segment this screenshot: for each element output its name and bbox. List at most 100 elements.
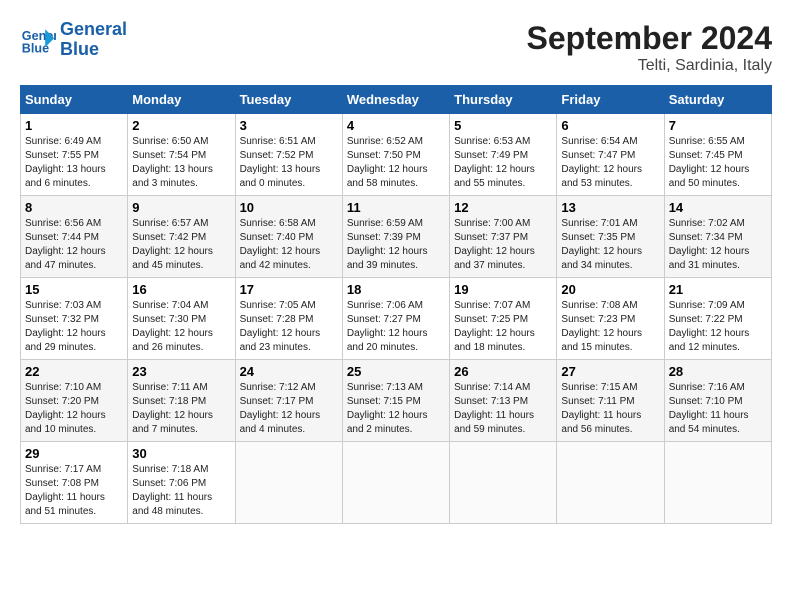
day-number: 28 — [669, 364, 767, 379]
calendar-cell: 28Sunrise: 7:16 AMSunset: 7:10 PMDayligh… — [664, 360, 771, 442]
daylight-text: Daylight: 11 hours and 59 minutes. — [454, 410, 534, 435]
cell-info: Sunrise: 7:00 AMSunset: 7:37 PMDaylight:… — [454, 217, 552, 273]
daylight-text: Daylight: 13 hours and 3 minutes. — [132, 164, 213, 189]
daylight-text: Daylight: 11 hours and 51 minutes. — [25, 492, 105, 517]
day-number: 1 — [25, 118, 123, 133]
calendar-cell: 13Sunrise: 7:01 AMSunset: 7:35 PMDayligh… — [557, 196, 664, 278]
cell-info: Sunrise: 7:15 AMSunset: 7:11 PMDaylight:… — [561, 381, 659, 437]
sunrise-text: Sunrise: 7:10 AM — [25, 382, 101, 393]
day-number: 25 — [347, 364, 445, 379]
cell-info: Sunrise: 7:05 AMSunset: 7:28 PMDaylight:… — [240, 299, 338, 355]
sunset-text: Sunset: 7:50 PM — [347, 150, 421, 161]
sunset-text: Sunset: 7:10 PM — [669, 396, 743, 407]
day-number: 6 — [561, 118, 659, 133]
calendar-cell: 22 Sunrise: 7:10 AMSunset: 7:20 PMDayligh… — [21, 360, 128, 442]
sunrise-text: Sunrise: 6:57 AM — [132, 218, 208, 229]
sunrise-text: Sunrise: 6:59 AM — [347, 218, 423, 229]
sunrise-text: Sunrise: 7:14 AM — [454, 382, 530, 393]
sunrise-text: Sunrise: 6:56 AM — [25, 218, 101, 229]
cell-info: Sunrise: 7:09 AMSunset: 7:22 PMDaylight:… — [669, 299, 767, 355]
calendar-cell: 3Sunrise: 6:51 AMSunset: 7:52 PMDaylight… — [235, 114, 342, 196]
daylight-text: Daylight: 12 hours and 2 minutes. — [347, 410, 428, 435]
sunset-text: Sunset: 7:45 PM — [669, 150, 743, 161]
calendar-cell — [450, 442, 557, 524]
day-number: 10 — [240, 200, 338, 215]
sunset-text: Sunset: 7:54 PM — [132, 150, 206, 161]
cell-info: Sunrise: 6:58 AMSunset: 7:40 PMDaylight:… — [240, 217, 338, 273]
calendar-cell: 23 Sunrise: 7:11 AMSunset: 7:18 PMDayligh… — [128, 360, 235, 442]
cell-info: Sunrise: 6:53 AMSunset: 7:49 PMDaylight:… — [454, 135, 552, 191]
cell-info: Sunrise: 7:17 AMSunset: 7:08 PMDaylight:… — [25, 463, 123, 519]
sunset-text: Sunset: 7:15 PM — [347, 396, 421, 407]
header: General Blue General Blue September 2024… — [20, 20, 772, 75]
day-number: 16 — [132, 282, 230, 297]
sunset-text: Sunset: 7:52 PM — [240, 150, 314, 161]
sunset-text: Sunset: 7:47 PM — [561, 150, 635, 161]
sunset-text: Sunset: 7:32 PM — [25, 314, 99, 325]
cell-info: Sunrise: 7:07 AMSunset: 7:25 PMDaylight:… — [454, 299, 552, 355]
day-number: 11 — [347, 200, 445, 215]
sunrise-text: Sunrise: 6:55 AM — [669, 136, 745, 147]
cell-info: Sunrise: 7:10 AMSunset: 7:20 PMDaylight:… — [25, 381, 123, 437]
calendar-cell: 9Sunrise: 6:57 AMSunset: 7:42 PMDaylight… — [128, 196, 235, 278]
daylight-text: Daylight: 13 hours and 0 minutes. — [240, 164, 321, 189]
sunrise-text: Sunrise: 7:06 AM — [347, 300, 423, 311]
day-number: 27 — [561, 364, 659, 379]
week-row-4: 22 Sunrise: 7:10 AMSunset: 7:20 PMDayligh… — [21, 360, 772, 442]
sunrise-text: Sunrise: 7:05 AM — [240, 300, 316, 311]
cell-info: Sunrise: 7:11 AMSunset: 7:18 PMDaylight:… — [132, 381, 230, 437]
sunset-text: Sunset: 7:55 PM — [25, 150, 99, 161]
sunrise-text: Sunrise: 7:04 AM — [132, 300, 208, 311]
daylight-text: Daylight: 12 hours and 7 minutes. — [132, 410, 213, 435]
sunset-text: Sunset: 7:06 PM — [132, 478, 206, 489]
cell-info: Sunrise: 6:56 AMSunset: 7:44 PMDaylight:… — [25, 217, 123, 273]
cell-info: Sunrise: 6:57 AMSunset: 7:42 PMDaylight:… — [132, 217, 230, 273]
sunset-text: Sunset: 7:22 PM — [669, 314, 743, 325]
cell-info: Sunrise: 6:51 AM Sunset: 7:52 PM Daylight:… — [240, 135, 338, 191]
week-row-2: 8Sunrise: 6:56 AMSunset: 7:44 PMDaylight… — [21, 196, 772, 278]
calendar-cell: 5Sunrise: 6:53 AMSunset: 7:49 PMDaylight… — [450, 114, 557, 196]
svg-text:Blue: Blue — [22, 41, 49, 55]
sunrise-text: Sunrise: 6:50 AM — [132, 136, 208, 147]
daylight-text: Daylight: 11 hours and 48 minutes. — [132, 492, 212, 517]
logo: General Blue General Blue — [20, 20, 127, 60]
cell-info: Sunrise: 7:03 AMSunset: 7:32 PMDaylight:… — [25, 299, 123, 355]
sunrise-text: Sunrise: 7:18 AM — [132, 464, 208, 475]
day-number: 19 — [454, 282, 552, 297]
sunset-text: Sunset: 7:23 PM — [561, 314, 635, 325]
day-number: 18 — [347, 282, 445, 297]
cell-info: Sunrise: 7:04 AMSunset: 7:30 PMDaylight:… — [132, 299, 230, 355]
calendar-cell — [557, 442, 664, 524]
col-header-wednesday: Wednesday — [342, 86, 449, 114]
sunrise-text: Sunrise: 7:09 AM — [669, 300, 745, 311]
sunrise-text: Sunrise: 7:08 AM — [561, 300, 637, 311]
daylight-text: Daylight: 12 hours and 29 minutes. — [25, 328, 106, 353]
day-number: 29 — [25, 446, 123, 461]
sunrise-text: Sunrise: 7:07 AM — [454, 300, 530, 311]
daylight-text: Daylight: 12 hours and 39 minutes. — [347, 246, 428, 271]
calendar-cell: 30 Sunrise: 7:18 AM Sunset: 7:06 PM Dayligh… — [128, 442, 235, 524]
sunrise-text: Sunrise: 6:51 AM — [240, 136, 316, 147]
sunrise-text: Sunrise: 6:54 AM — [561, 136, 637, 147]
calendar-cell: 19 Sunrise: 7:07 AMSunset: 7:25 PMDayligh… — [450, 278, 557, 360]
sunset-text: Sunset: 7:13 PM — [454, 396, 528, 407]
daylight-text: Daylight: 12 hours and 45 minutes. — [132, 246, 213, 271]
week-row-3: 15Sunrise: 7:03 AMSunset: 7:32 PMDayligh… — [21, 278, 772, 360]
day-number: 30 — [132, 446, 230, 461]
daylight-text: Daylight: 12 hours and 20 minutes. — [347, 328, 428, 353]
cell-info: Sunrise: 6:50 AM Sunset: 7:54 PM Daylight:… — [132, 135, 230, 191]
sunset-text: Sunset: 7:18 PM — [132, 396, 206, 407]
daylight-text: Daylight: 11 hours and 56 minutes. — [561, 410, 641, 435]
day-number: 23 — [132, 364, 230, 379]
calendar-cell — [342, 442, 449, 524]
day-number: 22 — [25, 364, 123, 379]
calendar-cell — [664, 442, 771, 524]
daylight-text: Daylight: 12 hours and 10 minutes. — [25, 410, 106, 435]
calendar-cell: 26Sunrise: 7:14 AMSunset: 7:13 PMDayligh… — [450, 360, 557, 442]
sunset-text: Sunset: 7:27 PM — [347, 314, 421, 325]
day-number: 14 — [669, 200, 767, 215]
calendar-cell: 25Sunrise: 7:13 AMSunset: 7:15 PMDayligh… — [342, 360, 449, 442]
cell-info: Sunrise: 7:02 AMSunset: 7:34 PMDaylight:… — [669, 217, 767, 273]
daylight-text: Daylight: 12 hours and 47 minutes. — [25, 246, 106, 271]
sunrise-text: Sunrise: 6:53 AM — [454, 136, 530, 147]
